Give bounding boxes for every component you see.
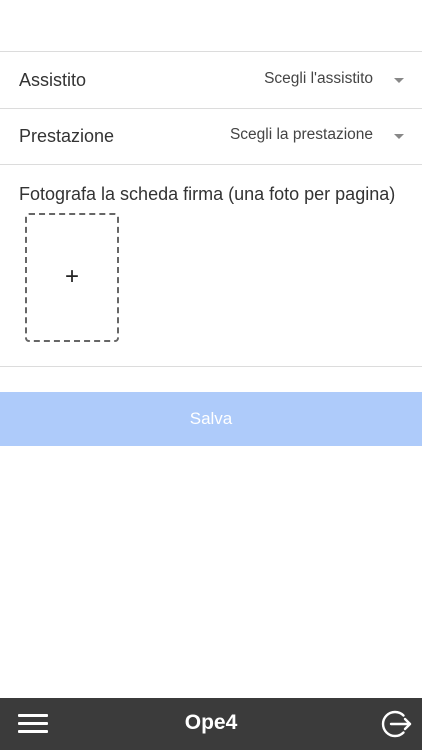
photo-section-label: Fotografa la scheda firma (una foto per … [19,184,396,204]
prestazione-select[interactable]: Scegli la prestazione [230,126,404,144]
photo-divider [0,366,422,367]
assistito-select-value: Scegli l'assistito [264,70,373,87]
add-photo-button[interactable]: + [25,213,119,342]
row-divider [0,164,422,165]
chevron-down-icon [394,133,404,139]
assistito-select[interactable]: Scegli l'assistito [264,70,404,88]
bottom-bar: Ope4 [0,698,422,750]
app-title: Ope4 [184,711,238,734]
prestazione-row: Prestazione Scegli la prestazione [0,109,422,165]
prestazione-select-value: Scegli la prestazione [229,126,373,143]
assistito-label: Assistito [19,70,87,90]
plus-icon: + [64,263,79,290]
chevron-down-icon [394,77,404,83]
save-button[interactable]: Salva [0,392,422,446]
prestazione-label: Prestazione [19,126,115,146]
logout-icon[interactable] [378,706,414,742]
assistito-row: Assistito Scegli l'assistito [0,52,422,108]
